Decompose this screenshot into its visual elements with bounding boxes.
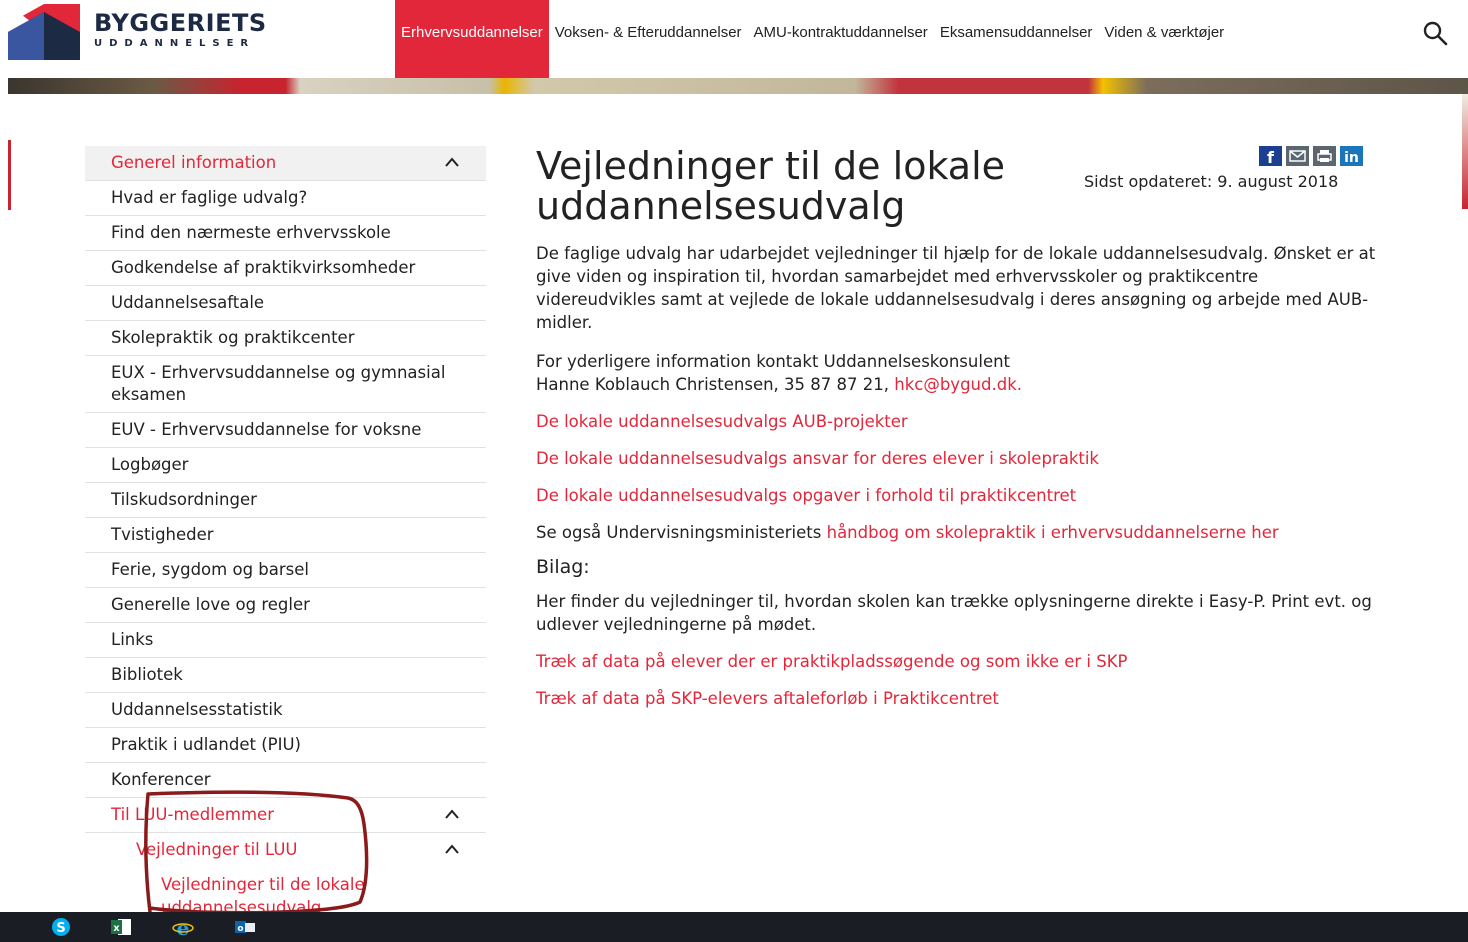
svg-text:e: e [177, 917, 190, 937]
handbook-link[interactable]: håndbog om skolepraktik i erhvervsuddann… [827, 523, 1279, 542]
sidebar-item[interactable]: Hvad er faglige udvalg? [85, 181, 486, 216]
nav-erhvervsuddannelser[interactable]: Erhvervsuddannelser [395, 0, 549, 78]
sidebar-item[interactable]: Skolepraktik og praktikcenter [85, 321, 486, 356]
page-title: Vejledninger til de lokale uddannelsesud… [536, 144, 1006, 228]
intro-paragraph: De faglige udvalg har udarbejdet vejledn… [536, 244, 1376, 332]
email-icon[interactable] [1286, 146, 1309, 166]
see-also-text: Se også Undervisningsministeriets [536, 523, 827, 542]
link-aub-projekter[interactable]: De lokale uddannelsesudvalgs AUB-projekt… [536, 410, 1386, 433]
print-icon[interactable] [1313, 146, 1336, 166]
svg-text:S: S [56, 921, 65, 936]
link-data-praktikpladssoegende[interactable]: Træk af data på elever der er praktikpla… [536, 650, 1386, 673]
nav-voksen-efteruddannelser[interactable]: Voksen- & Efteruddannelser [549, 0, 748, 78]
sidebar-item-til-luu-medlemmer[interactable]: Til LUU-medlemmer [85, 798, 486, 833]
logo-subtitle: UDDANNELSER [94, 38, 256, 49]
sidebar-item[interactable]: Ferie, sygdom og barsel [85, 553, 486, 588]
link-ansvar-skolepraktik[interactable]: De lokale uddannelsesudvalgs ansvar for … [536, 447, 1386, 470]
facebook-icon[interactable]: f [1259, 146, 1282, 167]
sidebar-item[interactable]: Tvistigheder [85, 518, 486, 553]
svg-text:in: in [1344, 150, 1359, 166]
nav-viden-vaerktoejer[interactable]: Viden & værktøjer [1098, 0, 1230, 78]
hero-banner-strip [8, 78, 1468, 94]
svg-text:o: o [237, 924, 243, 934]
svg-text:f: f [1267, 148, 1275, 166]
sidebar-item-label: Vejledninger til LUU [136, 840, 298, 859]
nav-eksamensuddannelser[interactable]: Eksamensuddannelser [934, 0, 1099, 78]
logo[interactable]: BYGGERIETS UDDANNELSER [8, 4, 267, 60]
sidebar-item[interactable]: Find den nærmeste erhvervsskole [85, 216, 486, 251]
sidebar-item[interactable]: Uddannelsesstatistik [85, 693, 486, 728]
main-content: Vejledninger til de lokale uddannelsesud… [536, 140, 1386, 710]
sidebar-item-vejledninger-til-luu[interactable]: Vejledninger til LUU [85, 833, 486, 867]
decorative-edge-left [8, 140, 11, 210]
sidebar-item[interactable]: EUV - Erhvervsuddannelse for voksne [85, 413, 486, 448]
sidebar-nav: Generel information Hvad er faglige udva… [85, 146, 486, 925]
chevron-up-icon[interactable] [444, 156, 460, 168]
sidebar-item[interactable]: Praktik i udlandet (PIU) [85, 728, 486, 763]
share-icons: f in [1259, 146, 1363, 167]
chevron-up-icon[interactable] [444, 808, 460, 820]
last-updated: Sidst opdateret: 9. august 2018 [1084, 172, 1339, 191]
sidebar-item[interactable]: Logbøger [85, 448, 486, 483]
see-also-paragraph: Se også Undervisningsministeriets håndbo… [536, 521, 1376, 544]
contact-line-1: For yderligere information kontakt Uddan… [536, 352, 1011, 371]
bilag-paragraph: Her finder du vejledninger til, hvordan … [536, 592, 1372, 634]
sidebar-item[interactable]: Links [85, 623, 486, 658]
internet-explorer-icon[interactable]: e [172, 917, 194, 937]
sidebar-item-label: Til LUU-medlemmer [111, 805, 274, 824]
sidebar-item[interactable]: Generelle love og regler [85, 588, 486, 623]
outlook-icon[interactable]: o [234, 917, 256, 937]
sidebar-item[interactable]: Konferencer [85, 763, 486, 798]
link-data-skp-aftaleforloeb[interactable]: Træk af data på SKP-elevers aftaleforløb… [536, 687, 1386, 710]
sidebar-section-generel-information[interactable]: Generel information [85, 146, 486, 181]
bilag-heading: Bilag: [536, 556, 590, 578]
link-opgaver-praktikcentret[interactable]: De lokale uddannelsesudvalgs opgaver i f… [536, 484, 1386, 507]
main-nav: Erhvervsuddannelser Voksen- & Efteruddan… [395, 0, 1230, 78]
sidebar-item[interactable]: Uddannelsesaftale [85, 286, 486, 321]
linkedin-icon[interactable]: in [1340, 146, 1363, 166]
sidebar-section-label: Generel information [111, 153, 277, 172]
sidebar-item[interactable]: Bibliotek [85, 658, 486, 693]
sidebar-item[interactable]: Godkendelse af praktikvirksomheder [85, 251, 486, 286]
decorative-edge-right [1462, 94, 1468, 209]
sidebar-item[interactable]: Tilskudsordninger [85, 483, 486, 518]
contact-paragraph: For yderligere information kontakt Uddan… [536, 350, 1376, 396]
sidebar-item[interactable]: EUX - Erhvervsuddannelse og gymnasial ek… [85, 356, 486, 413]
excel-icon[interactable]: x [110, 917, 132, 937]
search-icon[interactable] [1422, 20, 1448, 46]
logo-mark-icon [8, 4, 80, 60]
contact-line-2: Hanne Koblauch Christensen, 35 87 87 21, [536, 375, 895, 394]
site-header: BYGGERIETS UDDANNELSER Erhvervsuddannels… [0, 0, 1468, 78]
logo-title: BYGGERIETS [94, 9, 267, 37]
chevron-up-icon[interactable] [444, 843, 460, 855]
windows-taskbar: S x e o [0, 912, 1468, 942]
svg-text:x: x [113, 923, 120, 934]
contact-email-link[interactable]: hkc@bygud.dk. [894, 375, 1022, 394]
nav-amu-kontraktuddannelser[interactable]: AMU-kontraktuddannelser [748, 0, 934, 78]
skype-icon[interactable]: S [50, 917, 72, 937]
